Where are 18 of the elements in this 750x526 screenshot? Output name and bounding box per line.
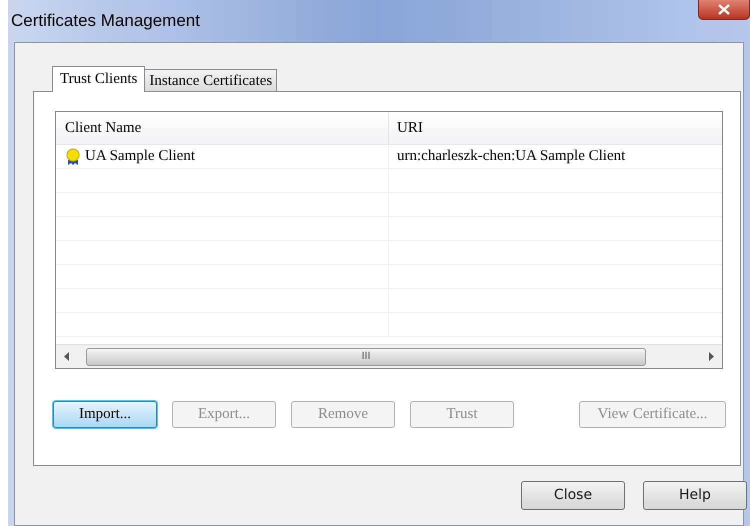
- tab[interactable]: Trust Clients: [52, 66, 146, 92]
- dialog-button[interactable]: Close: [521, 481, 625, 510]
- right-arrow-icon: [708, 352, 714, 361]
- column-header[interactable]: URI: [389, 112, 722, 144]
- client-name: UA Sample Client: [85, 147, 195, 166]
- close-icon: [717, 4, 731, 15]
- horizontal-scrollbar[interactable]: III: [56, 344, 722, 368]
- tab[interactable]: Instance Certificates: [145, 69, 278, 91]
- close-button[interactable]: [698, 0, 750, 20]
- left-arrow-icon: [64, 352, 70, 361]
- column-header[interactable]: Client Name: [56, 112, 389, 144]
- certificate-icon: [65, 148, 81, 166]
- table-cell[interactable]: UA Sample Client: [56, 145, 389, 168]
- scrollbar-thumb[interactable]: III: [86, 348, 646, 366]
- dialog-button[interactable]: Help: [643, 481, 747, 510]
- table-cell-text: urn:charleszk-chen:UA Sample Client: [396, 147, 626, 166]
- action-button[interactable]: Import...: [53, 401, 157, 428]
- window-title: Certificates Management: [11, 10, 200, 32]
